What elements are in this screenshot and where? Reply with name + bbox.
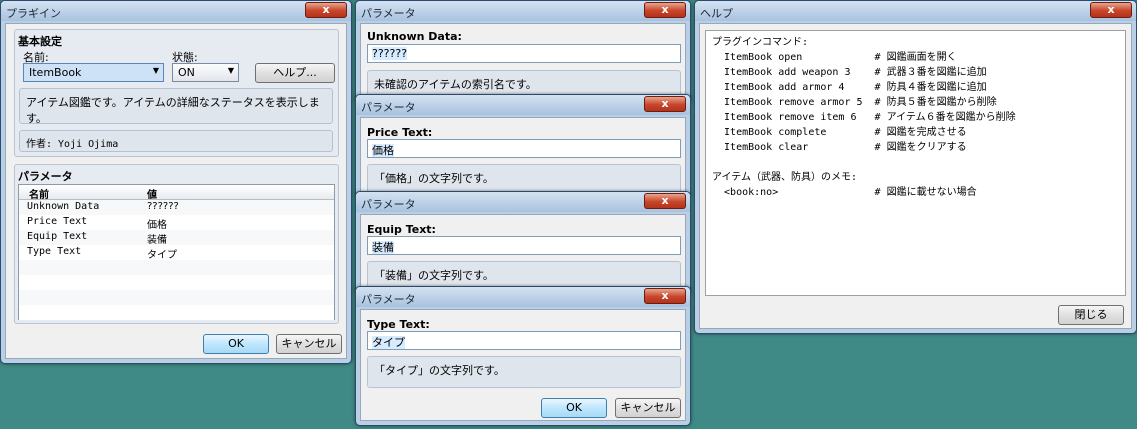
status-select-value: ON	[178, 66, 195, 79]
close-icon[interactable]: x	[644, 193, 686, 209]
plugin-author: 作者: Yoji Ojima	[19, 130, 333, 152]
param-window-title: パラメータ	[361, 198, 416, 211]
row-name: Price Text	[27, 216, 88, 227]
name-select-value: ItemBook	[29, 66, 82, 79]
basic-settings-group: 基本設定 名前: 状態: ItemBook ▼ ON ▼ ヘルプ... アイテム…	[14, 29, 339, 157]
help-title-bar[interactable]: ヘルプ x	[695, 1, 1136, 21]
plugin-window: プラギイン x 基本設定 名前: 状態: ItemBook ▼ ON ▼ ヘルプ…	[0, 0, 352, 364]
param-input[interactable]: タイプ	[367, 331, 681, 350]
chevron-down-icon: ▼	[152, 66, 159, 75]
param-window-price-text: パラメータ x Price Text: 価格 「価格」の文字列です。	[355, 94, 691, 198]
help-close-button[interactable]: 閉じる	[1058, 305, 1124, 325]
row-value: 価格	[147, 220, 167, 231]
help-window-title: ヘルプ	[700, 7, 733, 20]
table-row[interactable]	[19, 290, 334, 305]
param-title-bar[interactable]: パラメータ x	[356, 287, 690, 307]
row-name: Type Text	[27, 246, 82, 257]
cancel-button[interactable]: キャンセル	[615, 398, 681, 418]
param-label: Unknown Data:	[367, 30, 462, 43]
row-value: ??????	[147, 201, 179, 212]
table-row[interactable]	[19, 305, 334, 320]
row-name: Unknown Data	[27, 201, 100, 212]
param-label: Equip Text:	[367, 223, 436, 236]
param-input[interactable]: 価格	[367, 139, 681, 158]
param-description: 「タイプ」の文字列です。	[367, 356, 681, 388]
help-button[interactable]: ヘルプ...	[255, 63, 335, 83]
row-value: 装備	[147, 235, 167, 246]
plugin-title-bar[interactable]: プラギイン x	[1, 1, 351, 21]
plugin-description: アイテム図鑑です。アイテムの詳細なステータスを表示します。	[19, 88, 333, 125]
param-window-title: パラメータ	[361, 7, 416, 20]
table-row[interactable]: Type Text タイプ	[19, 245, 334, 261]
param-title-bar[interactable]: パラメータ x	[356, 95, 690, 115]
row-value: タイプ	[147, 250, 177, 261]
ok-button[interactable]: OK	[541, 398, 607, 418]
status-select[interactable]: ON ▼	[172, 63, 239, 82]
table-row[interactable]: Price Text 価格	[19, 215, 334, 231]
param-input-value: 装備	[372, 241, 394, 254]
param-window-type-text: パラメータ x Type Text: タイプ 「タイプ」の文字列です。 OK キ…	[355, 286, 691, 426]
param-input-value: タイプ	[372, 336, 405, 349]
param-label: Type Text:	[367, 318, 430, 331]
close-icon[interactable]: x	[644, 2, 686, 18]
table-row[interactable]	[19, 260, 334, 275]
basic-settings-title: 基本設定	[18, 35, 62, 48]
table-row[interactable]	[19, 275, 334, 290]
param-input[interactable]: ??????	[367, 44, 681, 63]
params-table[interactable]: 名前 値 Unknown Data?????? Price Text 価格 Equ…	[18, 184, 335, 320]
param-body: Type Text: タイプ 「タイプ」の文字列です。 OK キャンセル	[360, 309, 686, 421]
param-body: Unknown Data: ?????? 未確認のアイテムの索引名です。	[360, 23, 686, 102]
param-window-unknown-data: パラメータ x Unknown Data: ?????? 未確認のアイテムの索引…	[355, 0, 691, 104]
param-window-title: パラメータ	[361, 293, 416, 306]
close-icon[interactable]: x	[644, 96, 686, 112]
help-body: プラグインコマンド: ItemBook open # 図鑑画面を開く ItemB…	[699, 23, 1132, 329]
param-window-title: パラメータ	[361, 101, 416, 114]
param-body: Price Text: 価格 「価格」の文字列です。	[360, 117, 686, 196]
close-icon[interactable]: x	[305, 2, 347, 18]
params-group-title: パラメータ	[18, 170, 73, 183]
param-input-value: ??????	[372, 47, 408, 60]
table-row[interactable]: Unknown Data??????	[19, 200, 334, 215]
param-label: Price Text:	[367, 126, 433, 139]
close-icon[interactable]: x	[1090, 2, 1132, 18]
param-title-bar[interactable]: パラメータ x	[356, 1, 690, 21]
col-name-header[interactable]: 名前	[29, 186, 49, 201]
chevron-down-icon: ▼	[227, 66, 234, 75]
row-name: Equip Text	[27, 231, 88, 242]
close-icon[interactable]: x	[644, 288, 686, 304]
plugin-window-title: プラギイン	[6, 7, 61, 20]
plugin-body: 基本設定 名前: 状態: ItemBook ▼ ON ▼ ヘルプ... アイテム…	[5, 23, 347, 359]
ok-button[interactable]: OK	[203, 334, 269, 354]
cancel-button[interactable]: キャンセル	[276, 334, 342, 354]
col-value-header[interactable]: 値	[147, 186, 157, 201]
help-window: ヘルプ x プラグインコマンド: ItemBook open # 図鑑画面を開く…	[694, 0, 1137, 334]
param-input[interactable]: 装備	[367, 236, 681, 255]
table-row[interactable]: Equip Text 装備	[19, 230, 334, 246]
param-body: Equip Text: 装備 「装備」の文字列です。	[360, 214, 686, 293]
param-title-bar[interactable]: パラメータ x	[356, 192, 690, 212]
param-input-value: 価格	[372, 144, 394, 157]
help-text: プラグインコマンド: ItemBook open # 図鑑画面を開く ItemB…	[705, 30, 1126, 296]
param-window-equip-text: パラメータ x Equip Text: 装備 「装備」の文字列です。	[355, 191, 691, 295]
table-header: 名前 値	[19, 185, 334, 201]
name-select[interactable]: ItemBook ▼	[23, 63, 164, 82]
